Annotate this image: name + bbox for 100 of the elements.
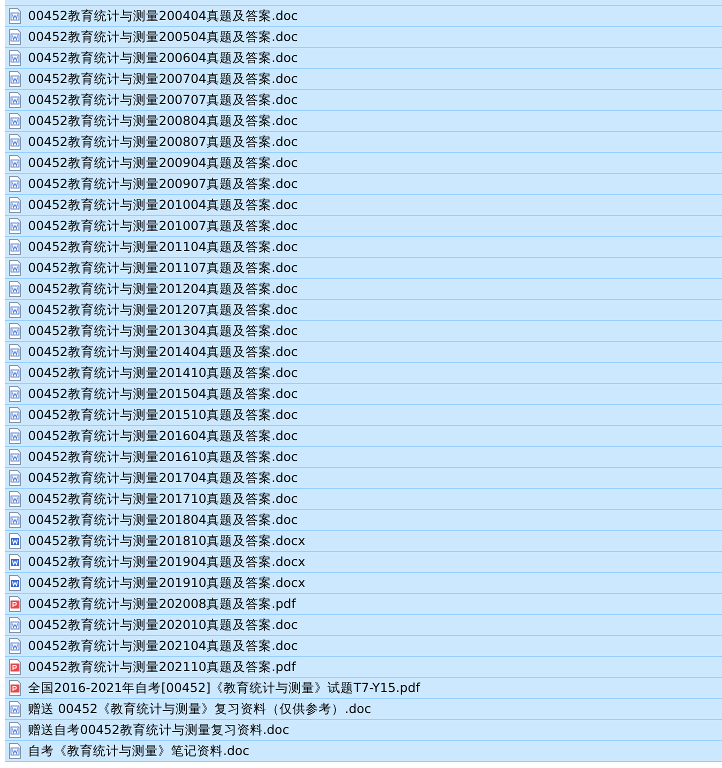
file-name: 00452教育统计与测量200904真题及答案.doc [28, 155, 298, 171]
file-name: 00452教育统计与测量201007真题及答案.doc [28, 218, 298, 234]
file-name: 00452教育统计与测量202104真题及答案.doc [28, 638, 298, 654]
document-icon [8, 71, 22, 87]
file-name: 00452教育统计与测量202110真题及答案.pdf [28, 659, 296, 675]
document-icon [8, 344, 22, 360]
file-row[interactable]: 00452教育统计与测量200504真题及答案.doc [5, 27, 722, 48]
document-icon [8, 218, 22, 234]
file-row[interactable]: 00452教育统计与测量201004真题及答案.doc [5, 195, 722, 216]
document-icon [8, 386, 22, 402]
file-row[interactable]: 全国2016-2021年自考[00452]《教育统计与测量》试题T7-Y15.pdf [5, 678, 722, 699]
document-icon [8, 638, 22, 654]
file-row[interactable]: 自考《教育统计与测量》笔记资料.doc [5, 741, 722, 762]
file-name: 00452教育统计与测量201004真题及答案.doc [28, 197, 298, 213]
file-row[interactable]: 00452教育统计与测量201704真题及答案.doc [5, 468, 722, 489]
file-name: 00452教育统计与测量201604真题及答案.doc [28, 428, 298, 444]
file-name: 00452教育统计与测量201204真题及答案.doc [28, 281, 298, 297]
file-row[interactable]: 00452教育统计与测量200807真题及答案.doc [5, 132, 722, 153]
document-icon [8, 50, 22, 66]
file-name: 00452教育统计与测量201710真题及答案.doc [28, 491, 298, 507]
pdf-icon [8, 659, 22, 675]
file-row[interactable]: 00452教育统计与测量200707真题及答案.doc [5, 90, 722, 111]
document-icon [8, 743, 22, 759]
document-icon [8, 323, 22, 339]
file-name: 赠送 00452《教育统计与测量》复习资料（仅供参考）.doc [28, 701, 372, 717]
file-row[interactable]: 00452教育统计与测量201007真题及答案.doc [5, 216, 722, 237]
file-row[interactable]: 00452教育统计与测量202104真题及答案.doc [5, 636, 722, 657]
file-row[interactable]: 00452教育统计与测量201504真题及答案.doc [5, 384, 722, 405]
file-row[interactable]: 00452教育统计与测量200904真题及答案.doc [5, 153, 722, 174]
file-name: 00452教育统计与测量200804真题及答案.doc [28, 113, 298, 129]
document-icon [8, 701, 22, 717]
file-row[interactable]: 00452教育统计与测量201510真题及答案.doc [5, 405, 722, 426]
file-name: 00452教育统计与测量200404真题及答案.doc [28, 8, 298, 24]
file-row[interactable]: 00452教育统计与测量200907真题及答案.doc [5, 174, 722, 195]
file-name: 00452教育统计与测量201207真题及答案.doc [28, 302, 298, 318]
file-row[interactable]: 00452教育统计与测量201904真题及答案.docx [5, 552, 722, 573]
file-row[interactable]: 00452教育统计与测量201304真题及答案.doc [5, 321, 722, 342]
file-name: 00452教育统计与测量201404真题及答案.doc [28, 344, 298, 360]
document-icon [8, 155, 22, 171]
file-row[interactable]: 00452教育统计与测量201610真题及答案.doc [5, 447, 722, 468]
file-name: 赠送自考00452教育统计与测量复习资料.doc [28, 722, 290, 738]
file-row[interactable]: 00452教育统计与测量202010真题及答案.doc [5, 615, 722, 636]
pdf-icon [8, 680, 22, 696]
document-icon [8, 512, 22, 528]
file-row[interactable]: 00452教育统计与测量201910真题及答案.docx [5, 573, 722, 594]
file-name: 00452教育统计与测量200807真题及答案.doc [28, 134, 298, 150]
file-name: 00452教育统计与测量201904真题及答案.docx [28, 554, 306, 570]
file-row[interactable]: 00452教育统计与测量201804真题及答案.doc [5, 510, 722, 531]
file-row[interactable]: 00452教育统计与测量201604真题及答案.doc [5, 426, 722, 447]
document-icon [8, 302, 22, 318]
document-icon [8, 449, 22, 465]
file-name: 00452教育统计与测量200504真题及答案.doc [28, 29, 298, 45]
pdf-icon [8, 596, 22, 612]
file-name: 00452教育统计与测量201510真题及答案.doc [28, 407, 298, 423]
file-name: 00452教育统计与测量201810真题及答案.docx [28, 533, 306, 549]
document-icon [8, 617, 22, 633]
file-row[interactable]: 00452教育统计与测量201104真题及答案.doc [5, 237, 722, 258]
file-row[interactable]: 00452教育统计与测量201710真题及答案.doc [5, 489, 722, 510]
document-icon [8, 407, 22, 423]
file-name: 00452教育统计与测量200907真题及答案.doc [28, 176, 298, 192]
file-name: 00452教育统计与测量201910真题及答案.docx [28, 575, 306, 591]
file-row[interactable]: 00452教育统计与测量201404真题及答案.doc [5, 342, 722, 363]
file-name: 全国2016-2021年自考[00452]《教育统计与测量》试题T7-Y15.pdf [28, 680, 420, 696]
file-name: 00452教育统计与测量201107真题及答案.doc [28, 260, 298, 276]
file-row[interactable]: 00452教育统计与测量201204真题及答案.doc [5, 279, 722, 300]
file-name: 00452教育统计与测量202010真题及答案.doc [28, 617, 298, 633]
file-name: 00452教育统计与测量201104真题及答案.doc [28, 239, 298, 255]
file-name: 00452教育统计与测量201704真题及答案.doc [28, 470, 298, 486]
file-row[interactable]: 00452教育统计与测量202008真题及答案.pdf [5, 594, 722, 615]
document-icon [8, 428, 22, 444]
file-row[interactable]: 00452教育统计与测量201810真题及答案.docx [5, 531, 722, 552]
document-icon [8, 470, 22, 486]
file-name: 00452教育统计与测量201410真题及答案.doc [28, 365, 298, 381]
document-icon [8, 239, 22, 255]
file-row[interactable]: 00452教育统计与测量200404真题及答案.doc [5, 6, 722, 27]
file-row[interactable]: 00452教育统计与测量200804真题及答案.doc [5, 111, 722, 132]
document-icon [8, 29, 22, 45]
file-row[interactable]: 00452教育统计与测量201107真题及答案.doc [5, 258, 722, 279]
file-row[interactable]: 00452教育统计与测量202110真题及答案.pdf [5, 657, 722, 678]
file-row[interactable]: 赠送自考00452教育统计与测量复习资料.doc [5, 720, 722, 741]
file-name: 00452教育统计与测量201504真题及答案.doc [28, 386, 298, 402]
file-row[interactable]: 赠送 00452《教育统计与测量》复习资料（仅供参考）.doc [5, 699, 722, 720]
file-name: 00452教育统计与测量200604真题及答案.doc [28, 50, 298, 66]
file-name: 00452教育统计与测量202008真题及答案.pdf [28, 596, 296, 612]
file-row[interactable]: 00452教育统计与测量200704真题及答案.doc [5, 69, 722, 90]
document-icon [8, 197, 22, 213]
file-row[interactable]: 00452教育统计与测量201410真题及答案.doc [5, 363, 722, 384]
file-name: 00452教育统计与测量200704真题及答案.doc [28, 71, 298, 87]
document-icon [8, 575, 22, 591]
document-icon [8, 92, 22, 108]
file-name: 00452教育统计与测量201304真题及答案.doc [28, 323, 298, 339]
document-icon [8, 113, 22, 129]
file-row[interactable]: 00452教育统计与测量200604真题及答案.doc [5, 48, 722, 69]
document-icon [8, 365, 22, 381]
document-icon [8, 281, 22, 297]
file-name: 00452教育统计与测量200707真题及答案.doc [28, 92, 298, 108]
document-icon [8, 533, 22, 549]
document-icon [8, 491, 22, 507]
file-row[interactable]: 00452教育统计与测量201207真题及答案.doc [5, 300, 722, 321]
file-name: 自考《教育统计与测量》笔记资料.doc [28, 743, 250, 759]
